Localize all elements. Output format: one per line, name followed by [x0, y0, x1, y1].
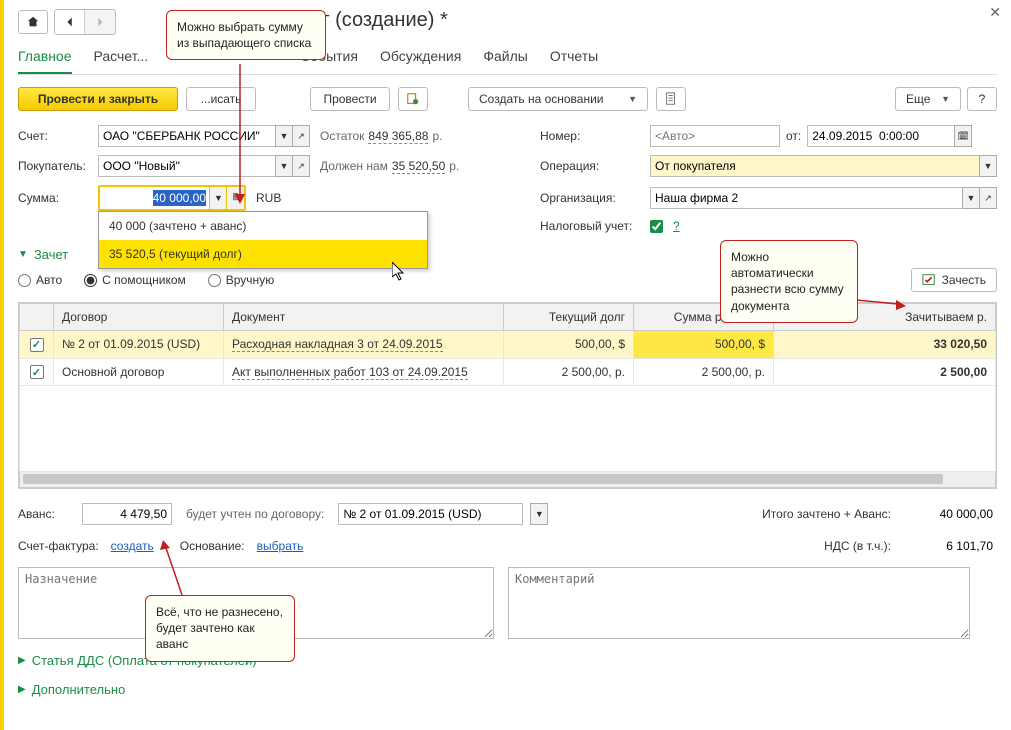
radio-manual[interactable]: Вручную [208, 273, 274, 287]
advance-contract-dropdown[interactable]: ▼ [530, 503, 548, 525]
vat-label: НДС (в т.ч.): [824, 539, 891, 553]
balance-label: Остаток [320, 129, 364, 143]
buyer-label: Покупатель: [18, 159, 98, 173]
doc-link[interactable]: Расходная накладная 3 от 24.09.2015 [232, 337, 443, 352]
triangle-right-icon: ▶ [18, 684, 26, 695]
tab-reports[interactable]: Отчеты [550, 48, 598, 74]
comment-field[interactable] [508, 567, 970, 639]
form: Счет: ▼ ↗ Остаток 849 365,88 р. Номер: о… [18, 125, 997, 233]
sum-option-1[interactable]: 40 000 (зачтено + аванс) [99, 212, 427, 240]
toolbar: Провести и закрыть ...исать Провести Соз… [18, 87, 997, 111]
post-button[interactable]: Провести [310, 87, 390, 111]
sum-option-2[interactable]: 35 520,5 (текущий долг) [99, 240, 427, 268]
row-checkbox[interactable]: ✓ [30, 365, 44, 379]
sum-dropdown-list: 40 000 (зачтено + аванс) 35 520,5 (текущ… [98, 211, 428, 269]
home-button[interactable] [18, 10, 48, 34]
balance-value[interactable]: 849 365,88 [368, 129, 428, 144]
currency-label: RUB [256, 191, 281, 205]
tab-discuss[interactable]: Обсуждения [380, 48, 461, 74]
buyer-dropdown[interactable]: ▼ [275, 155, 293, 177]
col-debt[interactable]: Текущий долг [504, 304, 634, 331]
arrow-left-icon [63, 15, 77, 29]
org-dropdown[interactable]: ▼ [962, 187, 980, 209]
org-label: Организация: [540, 191, 650, 205]
doc-link[interactable]: Акт выполненных работ 103 от 24.09.2015 [232, 365, 468, 380]
arrow-right-icon [93, 15, 107, 29]
callout-auto-offset: Можно автоматически разнести всю сумму д… [720, 240, 858, 323]
sum-dropdown-btn[interactable]: ▼ [209, 187, 227, 209]
col-contract[interactable]: Договор [54, 304, 224, 331]
doc-action-button[interactable] [398, 87, 428, 111]
attach-icon [406, 92, 420, 106]
offset-table: Договор Документ Текущий долг Сумма расч… [18, 302, 997, 489]
close-icon[interactable]: ✕ [989, 4, 1001, 21]
tax-label: Налоговый учет: [540, 219, 650, 233]
advance-label: Аванс: [18, 507, 74, 521]
sum-combo[interactable]: 40 000,00 ▼ 🖩 40 000 (зачтено + аванс) 3… [98, 185, 246, 211]
show-doc-button[interactable] [656, 87, 686, 111]
buyer-open[interactable]: ↗ [292, 155, 310, 177]
callout-sum-dropdown: Можно выбрать сумму из выпадающего списк… [166, 10, 326, 60]
row-checkbox[interactable]: ✓ [30, 338, 44, 352]
operation-dropdown[interactable]: ▼ [979, 155, 997, 177]
tab-bar: Главное Расчет... События Обсуждения Фай… [18, 48, 997, 75]
question-icon: ? [979, 92, 986, 106]
col-document[interactable]: Документ [224, 304, 504, 331]
number-label: Номер: [540, 129, 650, 143]
total-value [901, 503, 997, 525]
offset-button[interactable]: Зачесть [911, 268, 997, 292]
create-invoice-link[interactable]: создать [111, 539, 154, 553]
advance-contract-field[interactable] [338, 503, 523, 525]
forward-button [85, 10, 115, 34]
triangle-down-icon: ▼ [18, 249, 28, 260]
choose-base-link[interactable]: выбрать [257, 539, 304, 553]
account-open[interactable]: ↗ [292, 125, 310, 147]
document-icon [664, 92, 678, 106]
advance-field[interactable] [82, 503, 172, 525]
create-based-on-button[interactable]: Создать на основании ▼ [468, 87, 648, 111]
total-label: Итого зачтено + Аванс: [762, 507, 891, 521]
tab-main[interactable]: Главное [18, 48, 72, 74]
radio-auto[interactable]: Авто [18, 273, 62, 287]
advance-note: будет учтен по договору: [186, 507, 324, 521]
tab-files[interactable]: Файлы [483, 48, 527, 74]
vat-value [901, 535, 997, 557]
home-icon [26, 15, 40, 29]
owed-value[interactable]: 35 520,50 [392, 159, 445, 174]
callout-advance: Всё, что не разнесено, будет зачтено как… [145, 595, 295, 662]
invoice-label: Счет-фактура: [18, 539, 99, 553]
more-button[interactable]: Еще ▼ [895, 87, 961, 111]
help-button[interactable]: ? [967, 87, 997, 111]
chevron-down-icon: ▼ [941, 94, 950, 104]
table-row[interactable]: ✓ № 2 от 01.09.2015 (USD) Расходная накл… [20, 331, 996, 359]
radio-assist[interactable]: С помощником [84, 273, 186, 287]
callout-arrow-icon [230, 64, 250, 204]
post-close-button[interactable]: Провести и закрыть [18, 87, 178, 111]
callout-arrow-icon [160, 540, 190, 598]
date-field[interactable] [807, 125, 955, 147]
triangle-right-icon: ▶ [18, 655, 26, 666]
tax-checkbox[interactable] [650, 220, 663, 233]
callout-arrow-icon [856, 290, 906, 310]
number-field[interactable] [650, 125, 780, 147]
account-dropdown[interactable]: ▼ [275, 125, 293, 147]
account-label: Счет: [18, 129, 98, 143]
org-field[interactable] [650, 187, 963, 209]
section-additional[interactable]: ▶ Дополнительно [18, 682, 997, 697]
tax-help-link[interactable]: ? [673, 219, 680, 233]
tab-calc[interactable]: Расчет... [94, 48, 149, 74]
sum-label: Сумма: [18, 191, 98, 205]
date-label: от: [786, 129, 801, 143]
owed-label: Должен нам [320, 159, 388, 173]
operation-label: Операция: [540, 159, 650, 173]
chevron-down-icon: ▼ [628, 94, 637, 104]
horizontal-scrollbar[interactable] [19, 472, 996, 488]
date-picker[interactable]: 🗓 [954, 125, 972, 147]
org-open[interactable]: ↗ [979, 187, 997, 209]
table-row[interactable]: ✓ Основной договор Акт выполненных работ… [20, 358, 996, 386]
offset-icon [922, 273, 936, 287]
back-button[interactable] [55, 10, 85, 34]
operation-field[interactable] [650, 155, 980, 177]
